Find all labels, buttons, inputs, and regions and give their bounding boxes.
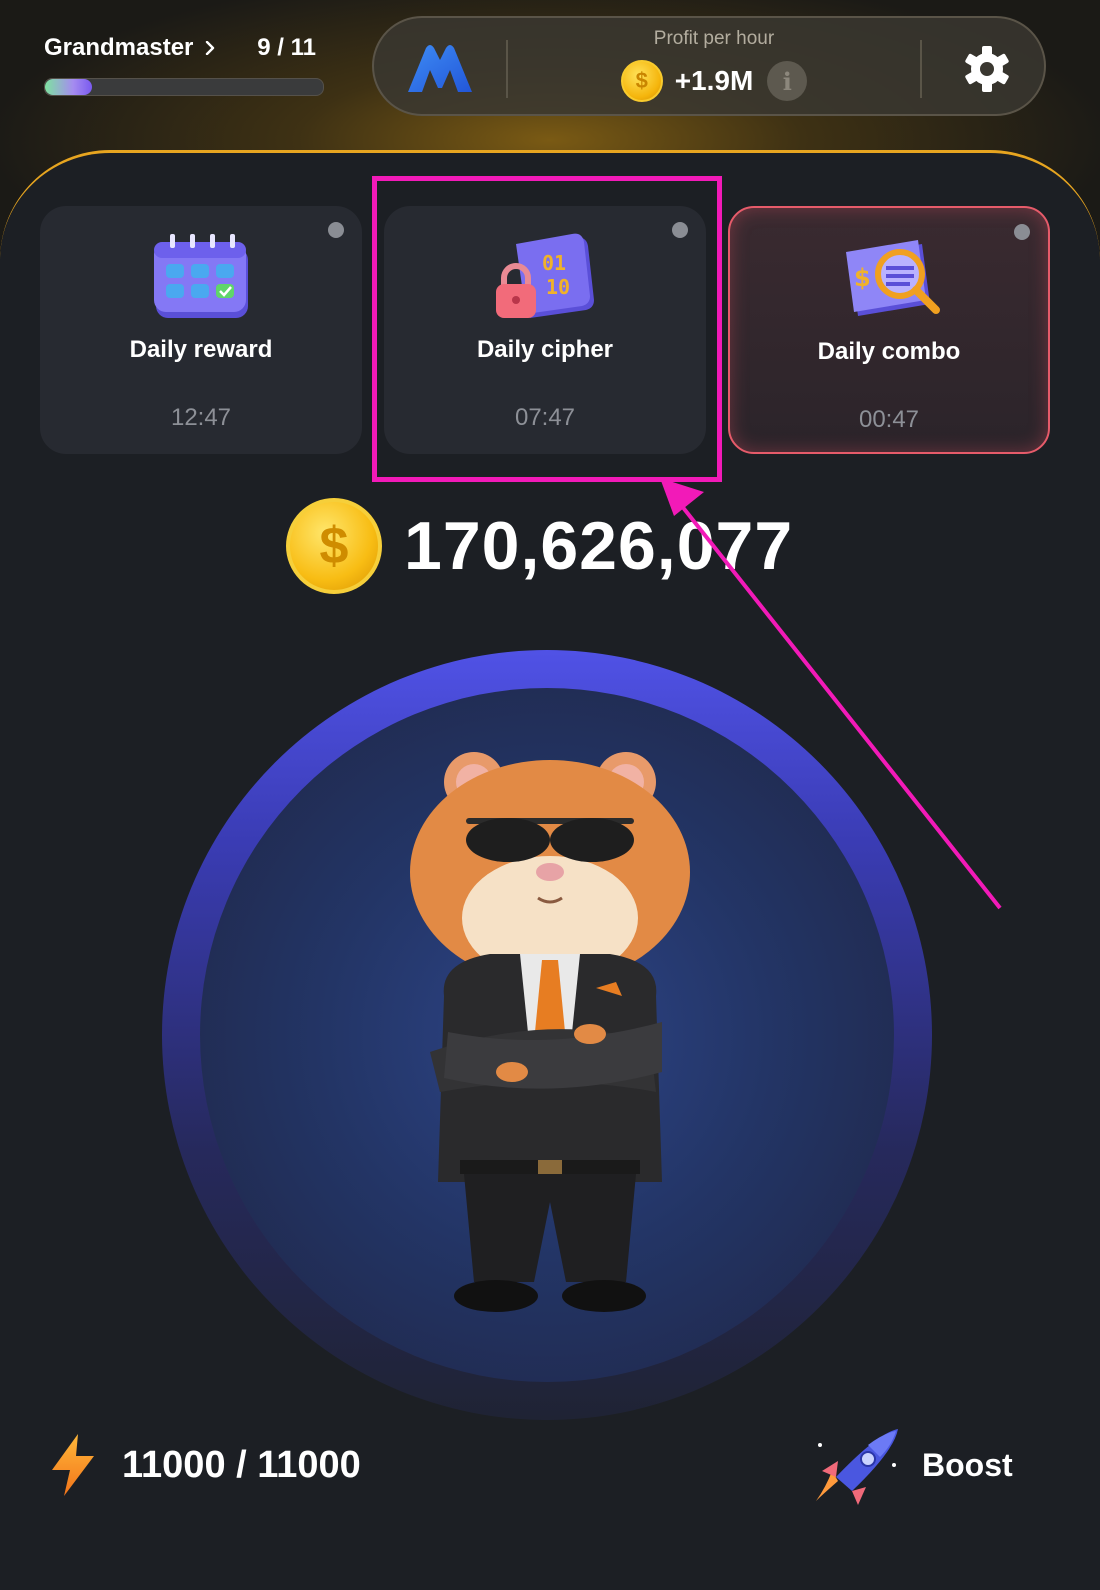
divider	[920, 40, 922, 98]
energy-value: 11000 / 11000	[122, 1443, 361, 1486]
coin-icon: $	[620, 60, 663, 102]
svg-text:$: $	[854, 264, 871, 292]
daily-reward-card[interactable]: Daily reward 12:47	[40, 206, 362, 454]
profit-value: +1.9M	[674, 65, 754, 96]
hamster-character-icon[interactable]	[400, 742, 700, 1322]
highlight-box	[372, 176, 722, 482]
status-dot	[1014, 224, 1030, 240]
chevron-right-icon[interactable]	[203, 41, 217, 55]
boost-button[interactable]: Boost	[808, 1420, 1013, 1510]
coin-icon: $	[286, 498, 382, 594]
profit-panel: Profit per hour $ +1.9M i	[372, 16, 1046, 116]
profit-label: Profit per hour	[653, 28, 775, 49]
combo-magnifier-icon: $	[846, 240, 940, 316]
card-title: Daily reward	[129, 336, 273, 363]
level-block[interactable]: Grandmaster 9 / 11	[44, 30, 324, 96]
info-icon[interactable]: i	[767, 61, 808, 101]
card-timer: 00:47	[858, 406, 920, 433]
daily-combo-card[interactable]: $ Daily combo 00:47	[728, 206, 1050, 454]
level-progress-bar	[44, 78, 324, 96]
card-timer: 12:47	[170, 404, 232, 431]
exchange-logo-icon[interactable]	[404, 40, 476, 96]
energy-counter: 11000 / 11000	[48, 1430, 361, 1500]
calendar-icon	[154, 234, 248, 318]
boost-label: Boost	[922, 1446, 1013, 1483]
gear-icon[interactable]	[962, 44, 1012, 94]
status-dot	[328, 222, 344, 238]
level-progress-fill	[45, 79, 93, 95]
card-title: Daily combo	[817, 338, 961, 365]
profit-row: $ +1.9M i	[508, 58, 920, 104]
level-count: 9 / 11	[257, 34, 316, 61]
lightning-icon	[52, 1434, 94, 1496]
rocket-icon	[816, 1429, 898, 1505]
level-name[interactable]: Grandmaster	[44, 34, 193, 62]
